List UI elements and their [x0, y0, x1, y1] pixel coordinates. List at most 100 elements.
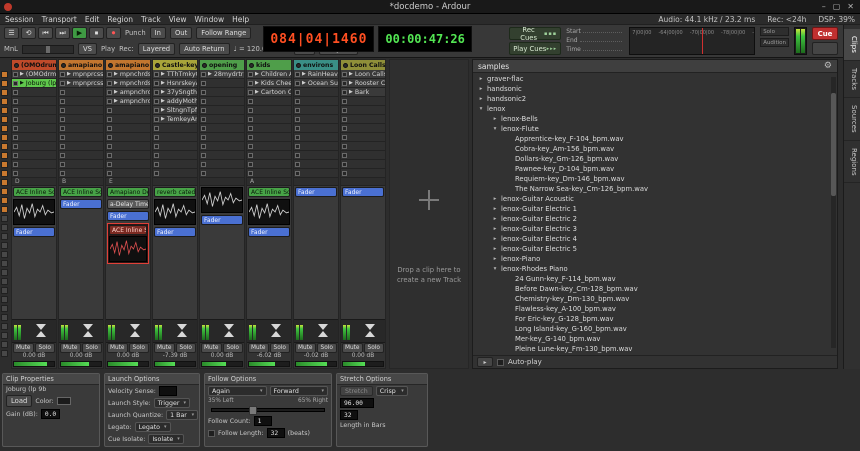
cue-scene-slot[interactable]	[1, 143, 8, 150]
clip-play-icon[interactable]: ▶	[67, 80, 71, 86]
clip-slot[interactable]	[106, 115, 150, 124]
track-header[interactable]: (OMOdrumloop 11...	[12, 60, 56, 70]
tree-item[interactable]: Chemistry-key_Dm-130_bpm.wav	[473, 294, 837, 304]
close-icon[interactable]: ✕	[847, 2, 854, 11]
expander-icon[interactable]: ▾	[491, 126, 499, 132]
play-cues-button[interactable]: Play Cues ▸▸▸	[509, 42, 561, 55]
clip-play-icon[interactable]: ▶	[114, 89, 118, 95]
clip-play-icon[interactable]: ▶	[161, 89, 165, 95]
clip-stop-icon[interactable]	[248, 162, 253, 167]
clip-slot[interactable]	[200, 124, 244, 133]
tree-item[interactable]: ▸lenox-Guitar Electric 5	[473, 244, 837, 254]
cue-scene-slot[interactable]	[1, 170, 8, 177]
clip-slot[interactable]	[200, 160, 244, 169]
clip-stop-icon[interactable]	[342, 171, 347, 176]
auto-return-button[interactable]: Auto Return	[179, 43, 230, 55]
clip-stop-icon[interactable]	[13, 171, 18, 176]
clip-stop-icon[interactable]	[201, 153, 206, 158]
processor-button[interactable]: ACE Inline Scope	[60, 187, 102, 197]
clip-stop-icon[interactable]	[60, 162, 65, 167]
cue-scene-slot[interactable]	[1, 125, 8, 132]
clip-stop-icon[interactable]	[201, 90, 206, 95]
clip-stop-icon[interactable]	[60, 153, 65, 158]
clip-slot[interactable]: ▶mpnprcssnN	[59, 79, 103, 88]
clip-stop-icon[interactable]	[295, 90, 300, 95]
clip-stop-icon[interactable]	[201, 162, 206, 167]
clip-slot[interactable]	[106, 124, 150, 133]
record-enable-icon[interactable]	[202, 63, 207, 68]
clip-play-icon[interactable]: ▶	[114, 98, 118, 104]
clip-play-icon[interactable]: ▶	[20, 71, 24, 77]
clip-slot[interactable]	[200, 79, 244, 88]
mute-button[interactable]: Mute	[248, 343, 269, 353]
clip-stop-icon[interactable]	[154, 90, 159, 95]
clip-slot[interactable]: ▶TemkeyAm	[153, 115, 197, 124]
cue-scene-slot[interactable]	[1, 80, 8, 87]
punch-out-button[interactable]: Out	[170, 27, 192, 39]
cue-scene-slot[interactable]	[1, 269, 8, 276]
clip-play-icon[interactable]: ▶	[349, 89, 353, 95]
clip-stop-icon[interactable]	[295, 117, 300, 122]
launch-quantize-dropdown[interactable]: 1 Bar▾	[166, 410, 198, 420]
solo-button[interactable]: Solo	[35, 343, 56, 353]
clip-play-icon[interactable]: ▶	[255, 89, 259, 95]
cue-scene-slot[interactable]	[1, 296, 8, 303]
cue-scene-slot[interactable]	[1, 233, 8, 240]
clip-stop-icon[interactable]	[154, 108, 159, 113]
fader-button[interactable]: Fader	[107, 211, 149, 221]
tree-item[interactable]: ▸graver-flac	[473, 74, 837, 84]
cue-scene-slot[interactable]	[1, 350, 8, 357]
cue-scene-slot[interactable]	[1, 314, 8, 321]
processor-button[interactable]: ACE Inline Scope	[248, 187, 290, 197]
cue-scene-slot[interactable]	[1, 134, 8, 141]
clip-stop-icon[interactable]	[342, 126, 347, 131]
midi-panic-button[interactable]: ☰	[4, 27, 19, 39]
cue-scene-slot[interactable]	[1, 98, 8, 105]
clip-slot[interactable]	[12, 151, 56, 160]
follow-action-dropdown[interactable]: Again▾	[208, 386, 267, 396]
clip-slot[interactable]	[106, 142, 150, 151]
clip-slot[interactable]	[59, 160, 103, 169]
expander-icon[interactable]: ▸	[477, 86, 485, 92]
clip-stop-icon[interactable]	[107, 99, 112, 104]
cue-scene-slot[interactable]	[1, 188, 8, 195]
clip-stop-icon[interactable]	[342, 153, 347, 158]
processor-button[interactable]: ACE Inline Scope	[109, 225, 147, 235]
clip-slot[interactable]: ▶TThTmkyCm	[153, 70, 197, 79]
expander-icon[interactable]: ▸	[491, 246, 499, 252]
clip-play-icon[interactable]: ▶	[255, 80, 259, 86]
clip-slot[interactable]: ▶Rooster Call	[341, 79, 385, 88]
clip-stop-icon[interactable]	[248, 108, 253, 113]
minimize-icon[interactable]: –	[822, 2, 826, 11]
tree-item[interactable]: Cobra-key_Am-156_bpm.wav	[473, 144, 837, 154]
clip-play-icon[interactable]: ▶	[114, 71, 118, 77]
clip-slot[interactable]: ▶Cartoon Chi	[247, 88, 291, 97]
clip-stop-icon[interactable]	[295, 72, 300, 77]
clip-slot[interactable]	[247, 169, 291, 178]
clip-stop-icon[interactable]	[248, 171, 253, 176]
menu-track[interactable]: Track	[141, 15, 161, 24]
cue-scene-slot[interactable]	[1, 323, 8, 330]
solo-button[interactable]: Solo	[82, 343, 103, 353]
vs-button[interactable]: VS	[78, 43, 97, 55]
mute-button[interactable]: Mute	[13, 343, 34, 353]
clip-stop-icon[interactable]	[154, 135, 159, 140]
rec-cues-button[interactable]: Rec Cues ▪▪▪	[509, 27, 561, 40]
clip-stop-icon[interactable]	[154, 81, 159, 86]
clip-slot[interactable]	[106, 106, 150, 115]
gain-spinner[interactable]: 0.0	[41, 409, 60, 419]
menu-edit[interactable]: Edit	[85, 15, 100, 24]
cue-scene-slot[interactable]	[1, 260, 8, 267]
clip-slot[interactable]: ▶Bark	[341, 88, 385, 97]
clip-slot[interactable]: ▶HsnrskeyAm	[153, 79, 197, 88]
tree-item[interactable]: 24 Gunn-key_F-114_bpm.wav	[473, 274, 837, 284]
expander-icon[interactable]: ▸	[491, 256, 499, 262]
clip-stop-icon[interactable]	[295, 99, 300, 104]
solo-button[interactable]: Solo	[317, 343, 338, 353]
clip-stop-icon[interactable]	[107, 117, 112, 122]
follow-count-spinner[interactable]: 1	[254, 416, 272, 426]
processor-button[interactable]: Amapiano Delay	[107, 187, 149, 197]
clip-slot[interactable]: ▶mpnprcssnN	[59, 70, 103, 79]
fader-button[interactable]: Fader	[342, 187, 384, 197]
clip-slot[interactable]	[200, 97, 244, 106]
